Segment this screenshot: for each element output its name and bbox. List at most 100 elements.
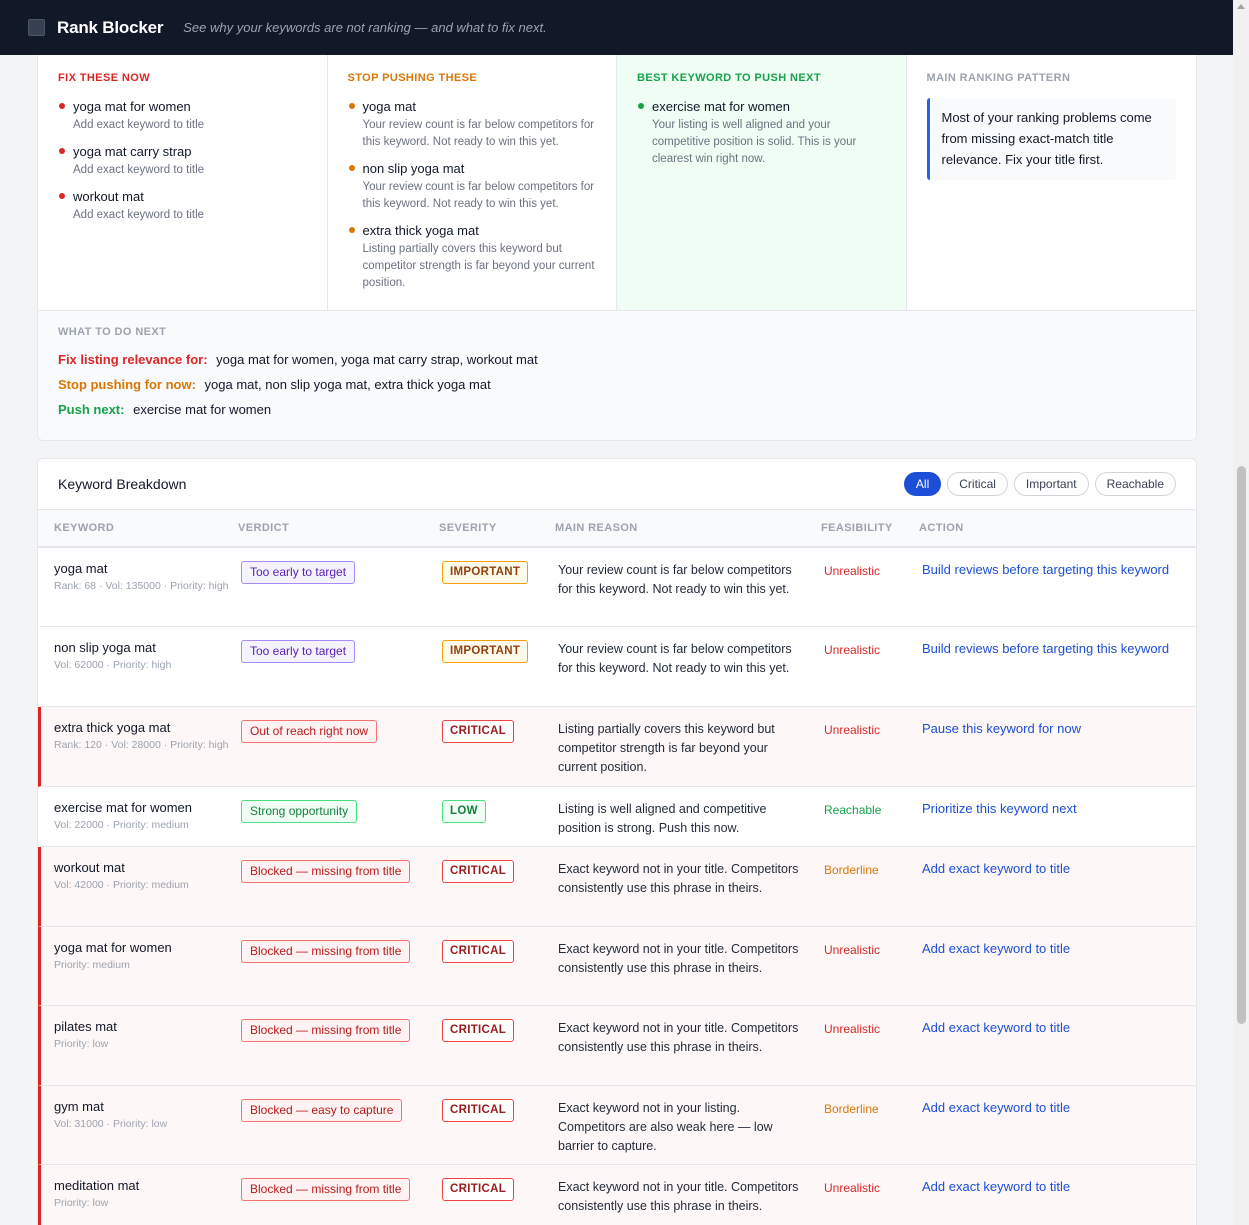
filter-reachable-button[interactable]: Reachable [1094, 472, 1176, 496]
page-scrollbar[interactable] [1233, 0, 1249, 1225]
filter-important-button[interactable]: Important [1013, 472, 1089, 496]
app-title: Rank Blocker [57, 17, 164, 37]
summary-item[interactable]: extra thick yoga mat Listing partially co… [348, 222, 597, 292]
keyword-meta: Priority: low [54, 1038, 109, 1050]
severity-cell: CRITICAL [442, 1086, 558, 1164]
verdict-badge: Blocked — missing from title [241, 1019, 411, 1042]
scroll-up-arrow-icon[interactable] [1237, 4, 1245, 9]
scrollbar-thumb[interactable] [1237, 466, 1246, 1024]
main-reason-text: Exact keyword not in your title. Competi… [558, 862, 799, 895]
severity-cell: CRITICAL [442, 1165, 558, 1225]
col-header-action[interactable]: ACTION [919, 522, 1189, 534]
summary-item[interactable]: yoga mat for women Add exact keyword to t… [58, 98, 307, 134]
feasibility-cell: Unrealistic [824, 627, 922, 706]
verdict-cell: Blocked — missing from title [241, 847, 442, 926]
main-reason-text: Exact keyword not in your title. Competi… [558, 942, 799, 975]
keyword-name: exercise mat for women [54, 800, 192, 815]
verdict-cell: Blocked — missing from title [241, 1006, 442, 1085]
filter-all-button[interactable]: All [903, 472, 942, 496]
severity-cell: CRITICAL [442, 707, 558, 786]
action-link[interactable]: Prioritize this keyword next [922, 801, 1077, 816]
main-reason-text: Listing is well aligned and competitive … [558, 802, 767, 835]
action-link[interactable]: Add exact keyword to title [922, 861, 1070, 876]
summary-item-keyword: yoga mat for women [73, 99, 191, 114]
feasibility-label: Unrealistic [824, 643, 881, 657]
next-fix-label: Fix listing relevance for: [58, 352, 208, 367]
feasibility-cell: Reachable [824, 787, 922, 846]
next-fix-value: yoga mat for women, yoga mat carry strap… [216, 352, 538, 367]
action-link[interactable]: Add exact keyword to title [922, 1179, 1070, 1194]
bullet-dot-icon [59, 103, 65, 109]
keyword-name: yoga mat [54, 561, 108, 576]
table-row[interactable]: gym mat Vol: 31000 · Priority: low Blocked… [38, 1086, 1196, 1165]
action-cell: Add exact keyword to title [922, 1086, 1192, 1164]
severity-cell: CRITICAL [442, 927, 558, 1005]
summary-item[interactable]: yoga mat carry strap Add exact keyword to… [58, 143, 307, 179]
stop-pushing-heading: STOP PUSHING THESE [347, 72, 478, 84]
severity-badge: CRITICAL [442, 860, 515, 883]
verdict-cell: Blocked — missing from title [241, 927, 442, 1005]
action-link[interactable]: Build reviews before targeting this keyw… [922, 641, 1169, 656]
table-body: yoga mat Rank: 68 · Vol: 135000 · Priorit… [38, 548, 1196, 1225]
col-header-main-reason[interactable]: MAIN REASON [555, 522, 821, 534]
keyword-name: non slip yoga mat [54, 640, 156, 655]
filter-group: All Critical Important Reachable [903, 472, 1176, 496]
keyword-cell: extra thick yoga mat Rank: 120 · Vol: 280… [41, 707, 241, 786]
feasibility-cell: Unrealistic [824, 927, 922, 1005]
summary-item-keyword: non slip yoga mat [362, 161, 465, 176]
severity-badge: CRITICAL [442, 1178, 515, 1201]
action-link[interactable]: Build reviews before targeting this keyw… [922, 562, 1169, 577]
keyword-cell: workout mat Vol: 42000 · Priority: medium [41, 847, 241, 926]
feasibility-cell: Borderline [824, 847, 922, 926]
action-link[interactable]: Add exact keyword to title [922, 1020, 1070, 1035]
summary-item-keyword: yoga mat carry strap [73, 144, 192, 159]
ranking-pattern-text: Most of your ranking problems come from … [926, 98, 1176, 180]
table-row[interactable]: extra thick yoga mat Rank: 120 · Vol: 280… [38, 707, 1196, 787]
keyword-meta: Priority: low [54, 1197, 109, 1209]
action-cell: Pause this keyword for now [922, 707, 1192, 786]
table-row[interactable]: exercise mat for women Vol: 22000 · Prior… [38, 787, 1196, 847]
keyword-meta: Rank: 68 · Vol: 135000 · Priority: high [54, 580, 229, 592]
verdict-cell: Too early to target [241, 627, 442, 706]
col-header-severity[interactable]: SEVERITY [439, 522, 555, 534]
reason-cell: Exact keyword not in your title. Competi… [558, 1165, 824, 1225]
severity-cell: LOW [442, 787, 558, 846]
main-reason-text: Your review count is far below competito… [558, 642, 792, 675]
table-row[interactable]: yoga mat Rank: 68 · Vol: 135000 · Priorit… [38, 548, 1196, 627]
table-row[interactable]: yoga mat for women Priority: medium Blocke… [38, 927, 1196, 1006]
summary-item[interactable]: exercise mat for women Your listing is we… [637, 98, 886, 168]
reason-cell: Listing is well aligned and competitive … [558, 787, 824, 846]
table-row[interactable]: meditation mat Priority: low Blocked — mis… [38, 1165, 1196, 1225]
filter-critical-button[interactable]: Critical [947, 472, 1008, 496]
bullet-dot-icon [348, 227, 355, 233]
table-row[interactable]: non slip yoga mat Vol: 62000 · Priority: … [38, 627, 1196, 707]
table-row[interactable]: workout mat Vol: 42000 · Priority: medium… [38, 847, 1196, 927]
main-reason-text: Listing partially covers this keyword bu… [558, 722, 775, 774]
action-link[interactable]: Add exact keyword to title [922, 1100, 1070, 1115]
reason-cell: Your review count is far below competito… [558, 548, 824, 626]
col-header-keyword[interactable]: KEYWORD [38, 522, 238, 534]
summary-item[interactable]: workout mat Add exact keyword to title [58, 188, 307, 224]
verdict-cell: Blocked — easy to capture [241, 1086, 442, 1164]
keyword-meta: Vol: 62000 · Priority: high [54, 659, 172, 671]
action-link[interactable]: Add exact keyword to title [922, 941, 1070, 956]
table-row[interactable]: pilates mat Priority: low Blocked — missin… [38, 1006, 1196, 1086]
app-tagline: See why your keywords are not ranking — … [183, 20, 547, 35]
feasibility-cell: Borderline [824, 1086, 922, 1164]
verdict-cell: Strong opportunity [241, 787, 442, 846]
summary-item[interactable]: non slip yoga mat Your review count is fa… [348, 160, 597, 213]
reason-cell: Exact keyword not in your title. Competi… [558, 1006, 824, 1085]
bullet-dot-icon [638, 103, 644, 109]
col-header-verdict[interactable]: VERDICT [238, 522, 439, 534]
next-push-label: Push next: [58, 402, 125, 417]
keyword-name: workout mat [54, 860, 125, 875]
keyword-meta: Vol: 42000 · Priority: medium [54, 879, 189, 891]
summary-card: FIX THESE NOW yoga mat for women Add exac… [37, 55, 1197, 441]
feasibility-cell: Unrealistic [824, 707, 922, 786]
summary-item[interactable]: yoga mat Your review count is far below c… [348, 98, 597, 151]
col-header-feasibility[interactable]: FEASIBILITY [821, 522, 919, 534]
verdict-cell: Out of reach right now [241, 707, 442, 786]
severity-badge: LOW [442, 800, 486, 823]
action-link[interactable]: Pause this keyword for now [922, 721, 1081, 736]
summary-item-keyword: yoga mat [362, 99, 416, 114]
